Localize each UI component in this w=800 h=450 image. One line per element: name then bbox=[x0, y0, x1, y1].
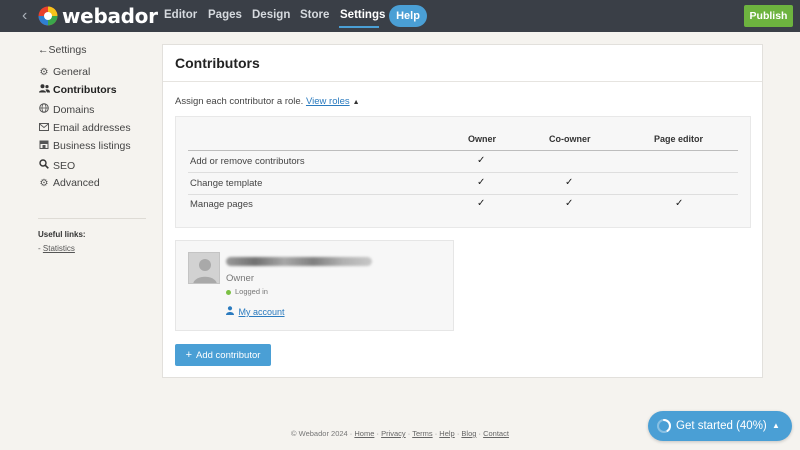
caret-up-icon[interactable]: ▲ bbox=[353, 99, 360, 106]
page-title: Contributors bbox=[175, 55, 260, 71]
nav-design[interactable]: Design bbox=[252, 9, 290, 21]
table-row-label: Change template bbox=[190, 178, 263, 189]
gears-icon: ⚙ bbox=[39, 178, 49, 189]
nav-editor[interactable]: Editor bbox=[164, 9, 197, 21]
add-contributor-button[interactable]: + Add contributor bbox=[175, 344, 271, 366]
checkmark-icon: ✓ bbox=[565, 198, 574, 209]
my-account-label: My account bbox=[238, 307, 285, 317]
assign-roles-text: Assign each contributor a role. View rol… bbox=[175, 96, 360, 107]
nav-store[interactable]: Store bbox=[300, 9, 329, 21]
contributor-card: Owner Logged in My account bbox=[175, 240, 454, 331]
progress-ring-icon bbox=[657, 419, 671, 433]
gear-icon: ⚙ bbox=[39, 67, 49, 78]
store-icon bbox=[38, 140, 50, 152]
status-text: Logged in bbox=[235, 287, 268, 296]
avatar bbox=[188, 252, 220, 284]
online-dot-icon bbox=[226, 289, 231, 295]
table-header-divider bbox=[188, 150, 738, 151]
checkmark-icon: ✓ bbox=[477, 198, 486, 209]
envelope-icon bbox=[38, 123, 50, 134]
sidebar-item-label: General bbox=[53, 66, 91, 78]
publish-button[interactable]: Publish bbox=[744, 5, 793, 27]
footer-link-help[interactable]: Help bbox=[439, 429, 454, 438]
table-row-divider bbox=[188, 172, 738, 173]
brand-name[interactable]: webador bbox=[62, 4, 158, 28]
table-row-divider bbox=[188, 194, 738, 195]
footer-link-privacy[interactable]: Privacy bbox=[381, 429, 406, 438]
footer-link-blog[interactable]: Blog bbox=[461, 429, 476, 438]
back-chevron-icon[interactable]: ‹ bbox=[22, 7, 34, 25]
sidebar-item-advanced[interactable]: ⚙ Advanced bbox=[38, 177, 100, 193]
useful-link-item: - Statistics bbox=[38, 244, 75, 253]
nav-pages[interactable]: Pages bbox=[208, 9, 242, 21]
checkmark-icon: ✓ bbox=[477, 155, 486, 166]
sidebar-item-label: Domains bbox=[53, 104, 95, 116]
checkmark-icon: ✓ bbox=[477, 177, 486, 188]
footer-link-contact[interactable]: Contact bbox=[483, 429, 509, 438]
checkmark-icon: ✓ bbox=[565, 177, 574, 188]
my-account-link[interactable]: My account bbox=[226, 306, 285, 317]
sidebar-item-label: Email addresses bbox=[53, 122, 131, 134]
help-button[interactable]: Help bbox=[389, 5, 427, 27]
arrow-left-icon: ← bbox=[38, 44, 49, 56]
footer-link-terms[interactable]: Terms bbox=[412, 429, 432, 438]
sidebar-item-seo[interactable]: SEO bbox=[38, 159, 75, 175]
sidebar-item-label: Business listings bbox=[53, 140, 131, 152]
get-started-label: Get started (40%) bbox=[676, 420, 767, 432]
roles-table: Owner Co-owner Page editor Add or remove… bbox=[175, 116, 751, 228]
add-contributor-label: Add contributor bbox=[196, 350, 261, 361]
sidebar-item-label: Advanced bbox=[53, 177, 100, 189]
person-icon bbox=[226, 306, 237, 317]
top-bar: ‹ webador Editor Pages Design Store Sett… bbox=[0, 0, 800, 32]
user-silhouette-icon bbox=[193, 259, 217, 283]
contributor-name-redacted bbox=[226, 257, 372, 266]
sidebar-item-label: Contributors bbox=[53, 84, 117, 96]
checkmark-icon: ✓ bbox=[675, 198, 684, 209]
plus-icon: + bbox=[185, 349, 192, 361]
column-header-page-editor: Page editor bbox=[654, 134, 704, 144]
users-icon bbox=[38, 84, 50, 96]
nav-settings[interactable]: Settings bbox=[340, 9, 385, 21]
login-status: Logged in bbox=[226, 287, 268, 296]
nav-active-indicator bbox=[339, 26, 379, 28]
view-roles-link[interactable]: View roles bbox=[306, 96, 350, 107]
table-row-label: Add or remove contributors bbox=[190, 156, 305, 167]
sidebar-item-contributors[interactable]: Contributors bbox=[38, 84, 117, 100]
back-label: Settings bbox=[48, 44, 87, 56]
column-header-owner: Owner bbox=[468, 134, 497, 144]
footer-link-home[interactable]: Home bbox=[354, 429, 374, 438]
sidebar-item-email-addresses[interactable]: Email addresses bbox=[38, 122, 131, 138]
contributors-panel: Contributors Assign each contributor a r… bbox=[162, 44, 763, 378]
contributor-role: Owner bbox=[226, 273, 254, 284]
statistics-link[interactable]: Statistics bbox=[43, 244, 75, 253]
column-header-co-owner: Co-owner bbox=[549, 134, 591, 144]
sidebar-item-business-listings[interactable]: Business listings bbox=[38, 140, 131, 156]
globe-icon bbox=[38, 103, 50, 116]
sidebar-divider bbox=[38, 218, 146, 219]
copyright: © Webador 2024 bbox=[291, 429, 348, 438]
sidebar-item-domains[interactable]: Domains bbox=[38, 103, 94, 119]
webador-logo-icon[interactable] bbox=[38, 6, 58, 26]
sidebar-item-label: SEO bbox=[53, 160, 76, 172]
table-row-label: Manage pages bbox=[190, 199, 253, 210]
title-divider bbox=[163, 81, 762, 82]
assign-text: Assign each contributor a role. bbox=[175, 96, 304, 107]
search-icon bbox=[38, 159, 50, 172]
get-started-button[interactable]: Get started (40%) ▲ bbox=[648, 411, 792, 441]
useful-links-title: Useful links: bbox=[38, 230, 86, 239]
back-to-settings-link[interactable]: ←Settings bbox=[38, 44, 86, 56]
sidebar-item-general[interactable]: ⚙ General bbox=[38, 66, 91, 82]
caret-up-icon: ▲ bbox=[772, 421, 780, 430]
